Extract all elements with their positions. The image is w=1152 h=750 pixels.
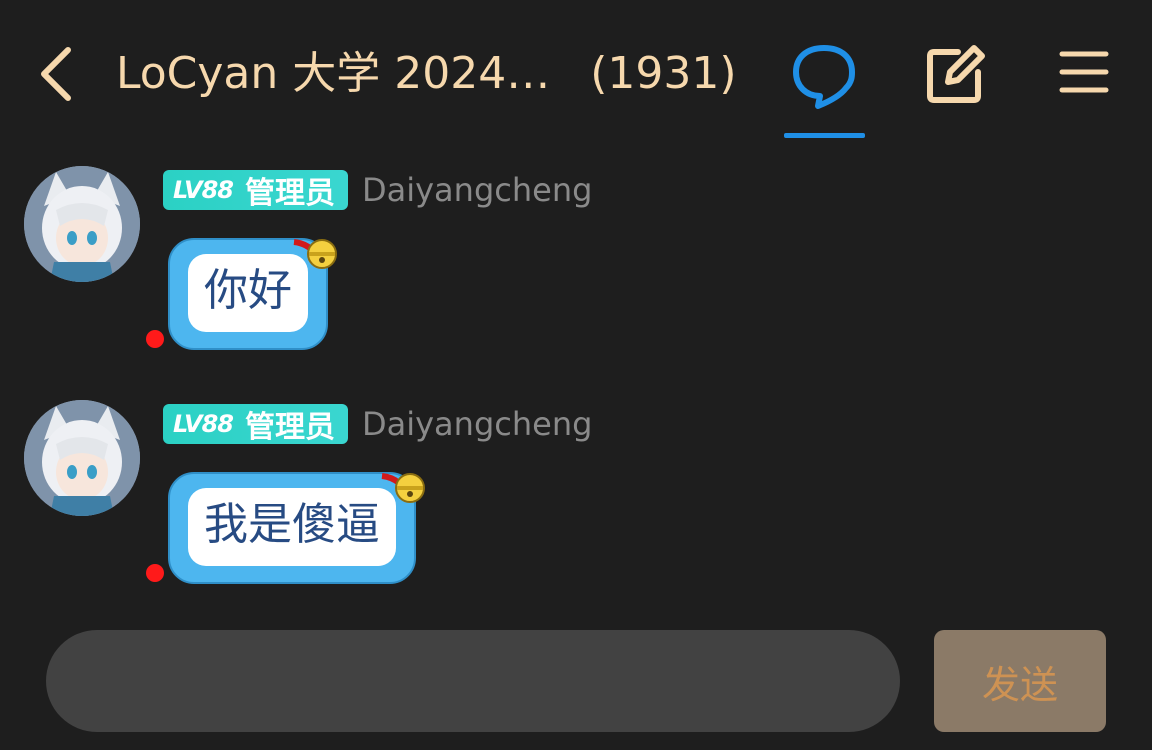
- chat-tab-button[interactable]: [784, 36, 864, 116]
- username[interactable]: Daiyangcheng: [362, 171, 592, 209]
- bell-icon: [381, 473, 425, 503]
- member-count: (1931): [590, 48, 737, 99]
- chevron-left-icon: [41, 47, 71, 101]
- username[interactable]: Daiyangcheng: [362, 405, 592, 443]
- back-button[interactable]: [28, 38, 84, 110]
- anime-avatar-icon: [24, 400, 140, 516]
- level-label: LV88: [173, 176, 234, 204]
- avatar[interactable]: [24, 400, 140, 516]
- message-input[interactable]: [46, 630, 900, 732]
- unread-dot: [146, 564, 164, 582]
- message-meta: LV88 管理员 Daiyangcheng: [163, 404, 592, 445]
- send-button[interactable]: 发送: [934, 630, 1106, 732]
- menu-button[interactable]: [1044, 36, 1124, 116]
- edit-square-icon: [927, 45, 985, 103]
- level-label: LV88: [173, 410, 234, 438]
- bell-icon: [293, 239, 337, 269]
- group-name: LoCyan 大学 2024…: [116, 48, 551, 99]
- group-title[interactable]: LoCyan 大学 2024… (1931): [116, 42, 737, 106]
- role-label: 管理员: [244, 176, 335, 211]
- message-text: 你好: [188, 254, 308, 332]
- active-tab-indicator: [784, 133, 865, 138]
- message-text: 我是傻逼: [188, 488, 396, 566]
- level-badge: LV88 管理员: [163, 170, 348, 211]
- message-bubble-wrapper: 我是傻逼: [146, 472, 425, 584]
- top-bar: LoCyan 大学 2024… (1931): [0, 0, 1152, 140]
- message-bubble[interactable]: 我是傻逼: [168, 472, 425, 584]
- message-meta: LV88 管理员 Daiyangcheng: [163, 170, 592, 211]
- chat-screen: LoCyan 大学 2024… (1931) LV88 管理员 Daiyangc…: [0, 0, 1152, 750]
- message-bubble[interactable]: 你好: [168, 238, 337, 350]
- hamburger-menu-icon: [1059, 51, 1109, 93]
- avatar[interactable]: [24, 166, 140, 282]
- chat-bubble-icon: [793, 45, 855, 109]
- edit-button[interactable]: [914, 36, 994, 116]
- anime-avatar-icon: [24, 166, 140, 282]
- unread-dot: [146, 330, 164, 348]
- message-bubble-wrapper: 你好: [146, 238, 337, 350]
- role-label: 管理员: [244, 410, 335, 445]
- level-badge: LV88 管理员: [163, 404, 348, 445]
